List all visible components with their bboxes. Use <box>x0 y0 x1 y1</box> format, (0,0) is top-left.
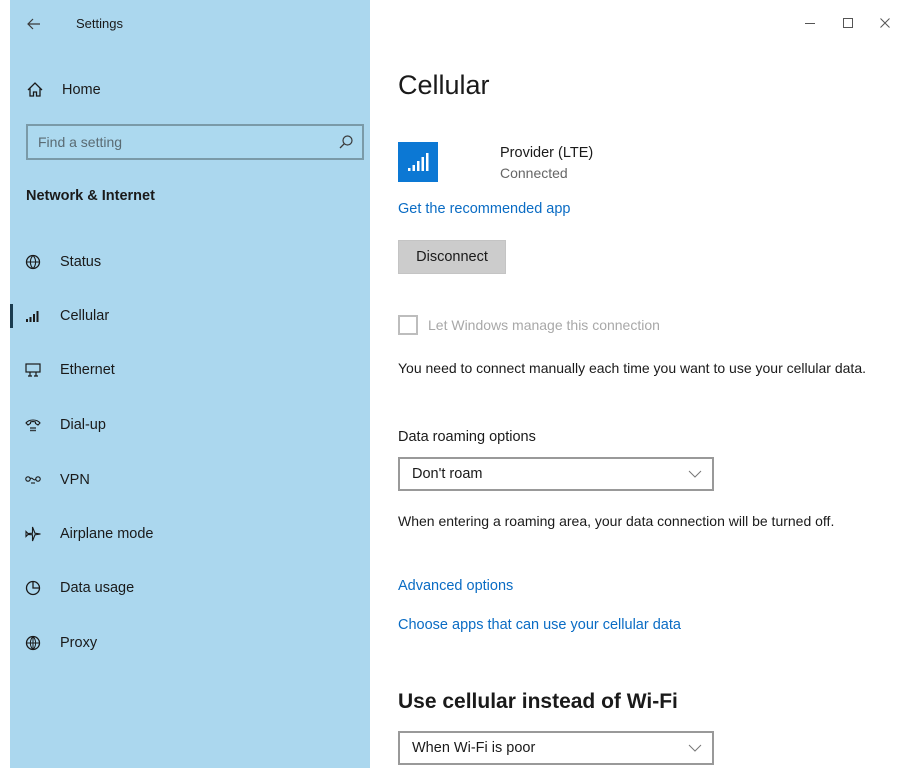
choose-apps-link[interactable]: Choose apps that can use your cellular d… <box>398 617 681 633</box>
search-icon[interactable] <box>338 134 354 150</box>
data-usage-icon <box>25 580 41 596</box>
main-content: Cellular Provider (LTE) Connected Get th… <box>398 0 898 768</box>
provider-status: Connected <box>500 165 568 181</box>
roaming-options-dropdown[interactable]: Don't roam <box>398 457 714 491</box>
sidebar-item-dial-up[interactable]: Dial-up <box>10 405 370 445</box>
dial-up-icon <box>25 419 41 432</box>
provider-name: Provider (LTE) <box>500 145 594 161</box>
status-globe-icon <box>25 254 41 270</box>
chevron-down-icon <box>688 744 702 752</box>
sidebar-item-label: Airplane mode <box>60 526 154 542</box>
use-cellular-dropdown[interactable]: When Wi-Fi is poor <box>398 731 714 765</box>
sidebar-item-label: Ethernet <box>60 362 115 378</box>
manage-connection-checkbox-row: Let Windows manage this connection <box>398 315 798 337</box>
app-title: Settings <box>76 16 123 31</box>
dropdown-value: When Wi-Fi is poor <box>412 740 536 756</box>
sidebar: Settings Home Network & Internet Status … <box>10 0 370 768</box>
search-box[interactable] <box>26 124 364 160</box>
sidebar-item-home[interactable]: Home <box>10 72 370 108</box>
disconnect-button[interactable]: Disconnect <box>398 240 506 274</box>
sidebar-item-label: Cellular <box>60 308 110 324</box>
ethernet-icon <box>25 363 41 377</box>
sidebar-item-ethernet[interactable]: Ethernet <box>10 350 370 390</box>
provider-tile <box>398 142 438 182</box>
back-arrow-icon <box>27 18 40 30</box>
sidebar-item-airplane-mode[interactable]: Airplane mode <box>10 514 370 554</box>
cellular-signal-icon <box>408 153 429 171</box>
sidebar-item-label: Status <box>60 254 102 270</box>
sidebar-item-label: Proxy <box>60 635 98 651</box>
airplane-icon <box>25 526 41 542</box>
advanced-options-link[interactable]: Advanced options <box>398 578 513 594</box>
section-title: Network & Internet <box>26 188 155 204</box>
sidebar-item-label: Data usage <box>60 580 135 596</box>
manual-connect-note: You need to connect manually each time y… <box>398 360 866 376</box>
roaming-options-label: Data roaming options <box>398 429 536 445</box>
home-icon <box>27 82 43 97</box>
sidebar-item-label: Dial-up <box>60 417 106 433</box>
use-cellular-heading: Use cellular instead of Wi-Fi <box>398 690 678 713</box>
selection-indicator <box>10 304 13 328</box>
sidebar-item-vpn[interactable]: VPN <box>10 460 370 500</box>
dropdown-value: Don't roam <box>412 466 483 482</box>
sidebar-item-cellular[interactable]: Cellular <box>10 296 370 336</box>
chevron-down-icon <box>688 470 702 478</box>
roaming-note: When entering a roaming area, your data … <box>398 513 835 529</box>
title-bar: Settings <box>10 0 370 48</box>
back-button[interactable] <box>24 14 44 34</box>
cellular-signal-icon <box>26 311 39 322</box>
sidebar-item-proxy[interactable]: Proxy <box>10 623 370 663</box>
search-input[interactable] <box>38 133 318 151</box>
manage-connection-checkbox[interactable] <box>398 315 418 335</box>
manage-connection-label: Let Windows manage this connection <box>428 317 660 333</box>
proxy-globe-icon <box>25 635 41 651</box>
get-recommended-app-link[interactable]: Get the recommended app <box>398 201 571 217</box>
sidebar-item-status[interactable]: Status <box>10 242 370 282</box>
sidebar-item-data-usage[interactable]: Data usage <box>10 568 370 608</box>
sidebar-item-label: Home <box>62 82 101 98</box>
vpn-icon <box>25 476 41 484</box>
page-title: Cellular <box>398 70 490 100</box>
sidebar-item-label: VPN <box>60 472 90 488</box>
